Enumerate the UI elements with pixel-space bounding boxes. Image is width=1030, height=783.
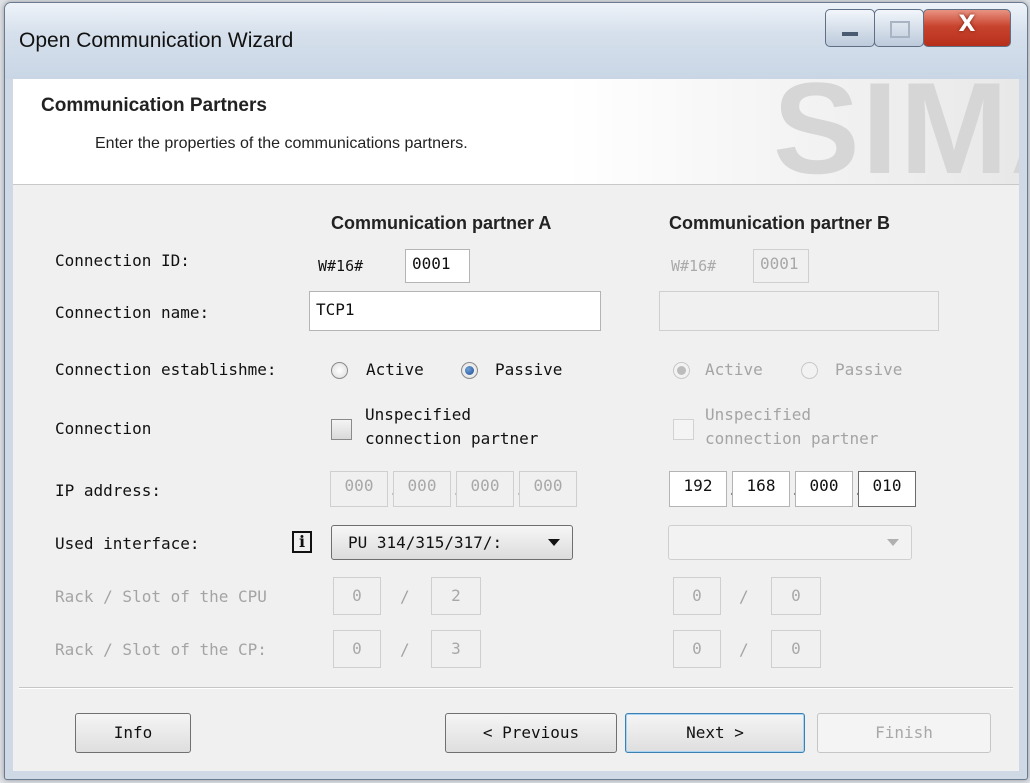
partner-b-interface-dropdown <box>668 525 912 560</box>
partner-b-unspecified-label-line1: Unspecified <box>705 405 811 424</box>
radio-selected-dot <box>677 366 686 375</box>
partner-b-unspecified-label-line2: connection partner <box>705 429 879 448</box>
partner-b-ip-octet-3[interactable]: 000 <box>795 471 853 507</box>
partner-a-unspecified-label-line1[interactable]: Unspecified <box>365 405 471 424</box>
page-title: Communication Partners <box>41 95 267 116</box>
info-button[interactable]: Info <box>75 713 191 753</box>
partner-b-radio-active <box>673 362 690 379</box>
partner-a-connection-name-input[interactable]: TCP1 <box>309 291 601 331</box>
maximize-icon <box>890 21 910 38</box>
window-title: Open Communication Wizard <box>19 29 294 52</box>
label-connection-establishment: Connection establishme: <box>55 360 277 379</box>
footer-divider <box>19 687 1013 689</box>
label-ip-address: IP address: <box>55 481 161 500</box>
minimize-button[interactable] <box>825 9 875 47</box>
radio-selected-dot <box>465 366 474 375</box>
title-bar[interactable]: Open Communication Wizard X <box>5 3 1027 79</box>
column-header-partner-b: Communication partner B <box>669 213 891 233</box>
label-rack-slot-cpu: Rack / Slot of the CPU <box>55 587 267 606</box>
wizard-header: SIMA Communication Partners Enter the pr… <box>13 79 1019 185</box>
partner-b-ip-octet-2[interactable]: 168 <box>732 471 790 507</box>
finish-button: Finish <box>817 713 991 753</box>
partner-a-cpu-rack-input: 0 <box>333 577 381 615</box>
previous-button[interactable]: < Previous <box>445 713 617 753</box>
partner-a-ip-octet-3: 000 <box>456 471 514 507</box>
maximize-button <box>874 9 924 47</box>
rack-slot-separator: / <box>400 640 410 659</box>
label-connection: Connection <box>55 419 152 438</box>
minimize-icon <box>842 32 858 36</box>
next-button[interactable]: Next > <box>625 713 805 753</box>
partner-a-unspecified-label-line2[interactable]: connection partner <box>365 429 538 448</box>
column-header-partner-a: Communication partner A <box>331 213 552 233</box>
partner-b-unspecified-checkbox <box>673 419 694 440</box>
partner-a-cp-slot-input: 3 <box>431 630 481 668</box>
partner-b-connection-name-input <box>659 291 939 331</box>
partner-a-id-prefix: W#16# <box>318 257 364 275</box>
chevron-down-icon <box>887 539 899 546</box>
partner-a-radio-active[interactable] <box>331 362 348 379</box>
rack-slot-separator: / <box>739 587 749 606</box>
close-button[interactable]: X <box>923 9 1011 47</box>
wizard-client-area: SIMA Communication Partners Enter the pr… <box>13 79 1019 771</box>
partner-b-cpu-rack-input: 0 <box>673 577 721 615</box>
partner-a-cpu-slot-input: 2 <box>431 577 481 615</box>
label-connection-id: Connection ID: <box>55 251 190 270</box>
partner-a-ip-octet-1: 000 <box>330 471 388 507</box>
partner-b-radio-passive-label: Passive <box>835 360 903 379</box>
partner-b-radio-active-label: Active <box>705 360 763 379</box>
partner-b-ip-octet-4[interactable]: 010 <box>858 471 916 507</box>
partner-b-cpu-slot-input: 0 <box>771 577 821 615</box>
info-icon[interactable]: i <box>292 531 312 553</box>
partner-a-radio-passive[interactable] <box>461 362 478 379</box>
partner-a-radio-active-label[interactable]: Active <box>366 360 424 379</box>
partner-a-unspecified-checkbox[interactable] <box>331 419 352 440</box>
partner-b-cp-rack-input: 0 <box>673 630 721 668</box>
partner-a-cp-rack-input: 0 <box>333 630 381 668</box>
chevron-down-icon <box>548 539 560 546</box>
partner-a-ip-octet-2: 000 <box>393 471 451 507</box>
label-rack-slot-cp: Rack / Slot of the CP: <box>55 640 267 659</box>
partner-b-cp-slot-input: 0 <box>771 630 821 668</box>
partner-a-interface-value: PU 314/315/317/: <box>348 533 503 552</box>
partner-b-radio-passive <box>801 362 818 379</box>
rack-slot-separator: / <box>400 587 410 606</box>
close-icon: X <box>958 12 976 37</box>
partner-a-radio-passive-label[interactable]: Passive <box>495 360 562 379</box>
partner-b-id-prefix: W#16# <box>671 257 717 275</box>
partner-b-ip-octet-1[interactable]: 192 <box>669 471 727 507</box>
wizard-window: Open Communication Wizard X SIMA Communi… <box>4 2 1028 780</box>
page-subtitle: Enter the properties of the communicatio… <box>95 135 468 152</box>
brand-watermark: SIMA <box>773 79 1019 185</box>
partner-b-connection-id-input: 0001 <box>753 249 809 283</box>
rack-slot-separator: / <box>739 640 749 659</box>
label-connection-name: Connection name: <box>55 303 210 322</box>
label-used-interface: Used interface: <box>55 534 200 553</box>
partner-a-connection-id-input[interactable]: 0001 <box>405 249 470 283</box>
partner-a-ip-octet-4: 000 <box>519 471 577 507</box>
partner-a-interface-dropdown[interactable]: PU 314/315/317/: <box>331 525 573 560</box>
